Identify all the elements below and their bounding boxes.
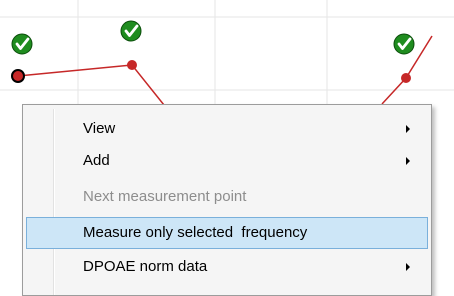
menu-item-add[interactable]: Add [26, 145, 428, 177]
checkmark-icon [120, 20, 142, 42]
submenu-arrow-icon [406, 157, 410, 165]
measurement-line [17, 35, 433, 111]
menu-item-label: View [83, 120, 116, 137]
menu-item-next-measurement-point: Next measurement point [26, 181, 428, 213]
menu-item-measure-only-selected-frequency[interactable]: Measure only selected frequency [26, 217, 428, 249]
data-point-selected[interactable] [11, 69, 25, 83]
submenu-arrow-icon [406, 125, 410, 133]
menu-item-label: Measure only selected frequency [83, 224, 308, 241]
menu-item-view[interactable]: View [26, 113, 428, 145]
context-menu: View Add Next measurement point Measure … [22, 104, 432, 296]
submenu-arrow-icon [406, 263, 410, 271]
checkmark-icon [11, 33, 33, 55]
checkmark-icon [393, 33, 415, 55]
data-point[interactable] [401, 73, 411, 83]
menu-item-dpoae-norm-data[interactable]: DPOAE norm data [26, 251, 428, 283]
menu-item-label: DPOAE norm data [83, 258, 208, 275]
menu-item-label: Next measurement point [83, 188, 247, 205]
menu-item-label: Add [83, 152, 110, 169]
data-point[interactable] [127, 60, 137, 70]
